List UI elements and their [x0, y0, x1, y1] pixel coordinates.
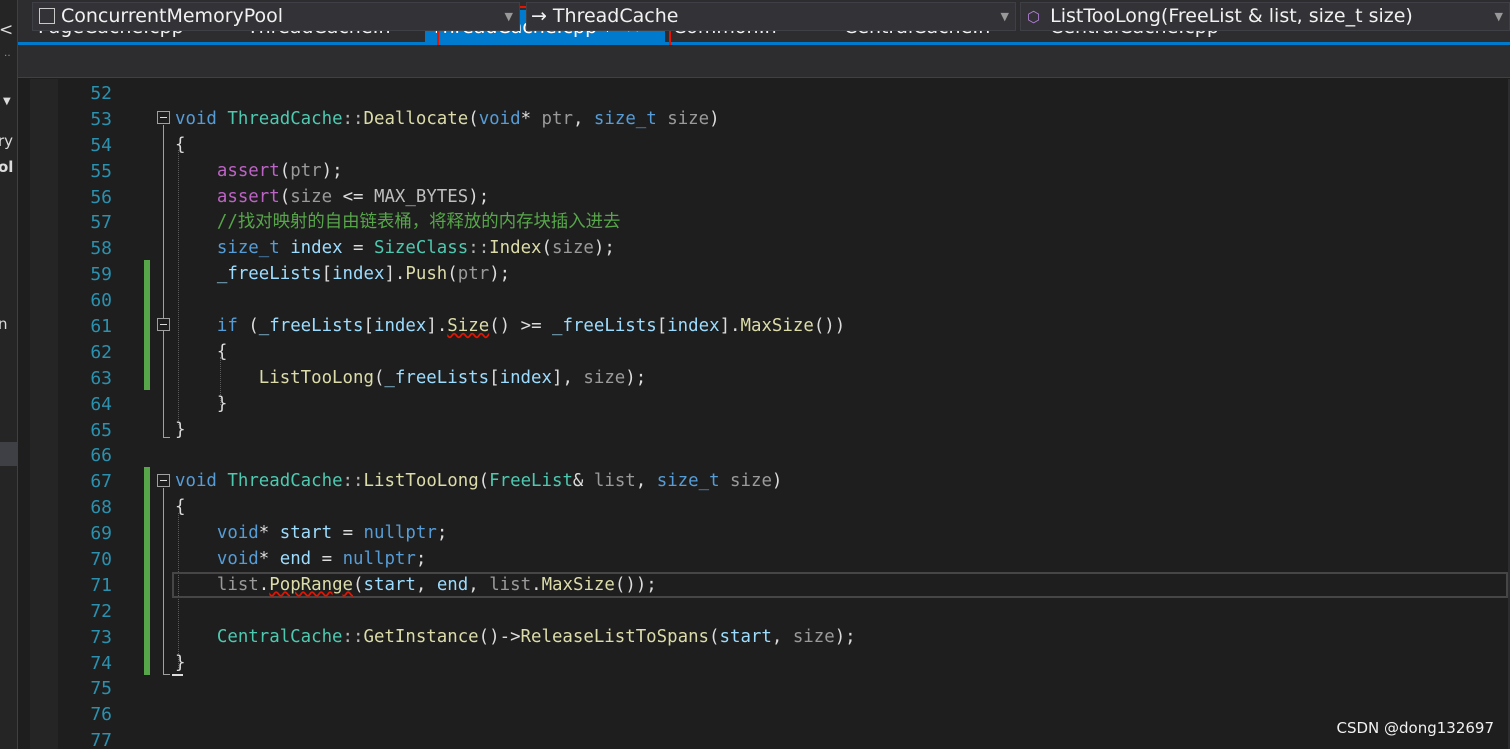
- line-number: 72: [90, 600, 112, 622]
- chevron-down-icon: ▼: [1000, 10, 1009, 23]
- outline-end: [163, 674, 170, 675]
- code-line: //找对映射的自由链表桶，将释放的内存块插入进去: [216, 212, 621, 233]
- code-line: list.PopRange(start, end, list.MaxSize()…: [216, 574, 657, 595]
- line-number: 64: [90, 393, 112, 415]
- outline-end: [163, 437, 170, 438]
- scope-label: ThreadCache: [552, 5, 679, 27]
- collapse-icon[interactable]: <: [0, 20, 13, 40]
- project-dropdown[interactable]: ConcurrentMemoryPool ▼: [32, 2, 520, 31]
- line-number: 74: [90, 652, 112, 674]
- code-line: assert(ptr);: [216, 160, 343, 181]
- line-number: 60: [90, 290, 112, 312]
- scope-dropdown[interactable]: → ThreadCache ▼: [526, 2, 1016, 31]
- code-line: {: [175, 497, 186, 518]
- changed-lines-marker: [144, 467, 150, 675]
- code-line: if (_freeLists[index].Size() >= _freeLis…: [216, 316, 846, 337]
- line-number: 57: [90, 212, 112, 234]
- chevron-down-icon: ▼: [1494, 10, 1503, 23]
- project-label: ConcurrentMemoryPool: [61, 5, 284, 27]
- code-line: void ThreadCache::Deallocate(void* ptr, …: [175, 108, 720, 129]
- code-line: assert(size <= MAX_BYTES);: [216, 186, 490, 207]
- line-number: 73: [90, 626, 112, 648]
- line-number: 68: [90, 497, 112, 519]
- line-number: 59: [90, 264, 112, 286]
- line-number: 62: [90, 341, 112, 363]
- line-number: 75: [90, 678, 112, 700]
- code-line: {: [175, 134, 186, 155]
- tree-item-text-3[interactable]: n: [0, 315, 8, 333]
- watermark: CSDN @dong132697: [1336, 719, 1494, 737]
- code-line: void* start = nullptr;: [216, 523, 448, 544]
- changed-lines-marker: [144, 260, 150, 390]
- outline-line: [163, 125, 164, 438]
- navigation-bar: [18, 45, 1510, 78]
- tree-item-selected[interactable]: [0, 442, 17, 466]
- collapse-region-icon[interactable]: [157, 318, 170, 331]
- chevron-down-icon: ▼: [504, 10, 513, 23]
- code-text[interactable]: void ThreadCache::Deallocate(void* ptr, …: [175, 81, 1495, 749]
- line-number-gutter: 52 53 54 55 56 57 58 59 60 61 62 63 64 6…: [58, 81, 112, 749]
- line-number: 66: [90, 445, 112, 467]
- solution-explorer-strip: < ‥ ▼ ry ol n: [0, 0, 18, 749]
- code-line: ListTooLong(_freeLists[index], size);: [258, 367, 647, 388]
- member-dropdown[interactable]: ⬡ ListTooLong(FreeList & list, size_t siz…: [1020, 2, 1510, 31]
- collapse-region-icon[interactable]: [157, 111, 170, 124]
- line-number: 71: [90, 574, 112, 596]
- line-number: 52: [90, 83, 112, 104]
- member-label: ListTooLong(FreeList & list, size_t size…: [1050, 5, 1413, 27]
- line-number: 55: [90, 160, 112, 182]
- line-number: 70: [90, 549, 112, 571]
- code-line: }: [175, 419, 186, 440]
- line-number: 63: [90, 367, 112, 389]
- line-number: 76: [90, 704, 112, 726]
- arrow-right-icon: →: [531, 5, 547, 27]
- line-number: 67: [90, 471, 112, 493]
- text-cursor: [172, 674, 183, 676]
- line-number: 65: [90, 419, 112, 441]
- line-number: 56: [90, 186, 112, 208]
- code-line: size_t index = SizeClass::Index(size);: [216, 238, 615, 259]
- line-number: 53: [90, 108, 112, 130]
- tree-item-text-1[interactable]: ry: [0, 132, 13, 150]
- code-line: }: [175, 652, 186, 673]
- overflow-dots-icon: ‥: [4, 48, 11, 59]
- collapse-region-icon[interactable]: [157, 474, 170, 487]
- code-line: }: [175, 393, 228, 414]
- glyph-margin: [30, 79, 58, 749]
- line-number: 54: [90, 134, 112, 156]
- code-line: void* end = nullptr;: [216, 549, 427, 570]
- line-number: 61: [90, 316, 112, 338]
- outline-line: [163, 488, 164, 675]
- method-icon: ⬡: [1027, 8, 1041, 26]
- tree-item-text-2[interactable]: ol: [0, 158, 13, 176]
- code-line: _freeLists[index].Push(ptr);: [216, 264, 511, 285]
- code-line: void ThreadCache::ListTooLong(FreeList& …: [175, 471, 783, 492]
- code-line: {: [175, 341, 228, 362]
- dropdown-arrow-icon[interactable]: ▼: [3, 96, 11, 107]
- code-line: CentralCache::GetInstance()->ReleaseList…: [216, 626, 856, 647]
- line-number: 77: [90, 730, 112, 749]
- line-number: 58: [90, 238, 112, 260]
- line-number: 69: [90, 523, 112, 545]
- project-icon: [39, 8, 55, 24]
